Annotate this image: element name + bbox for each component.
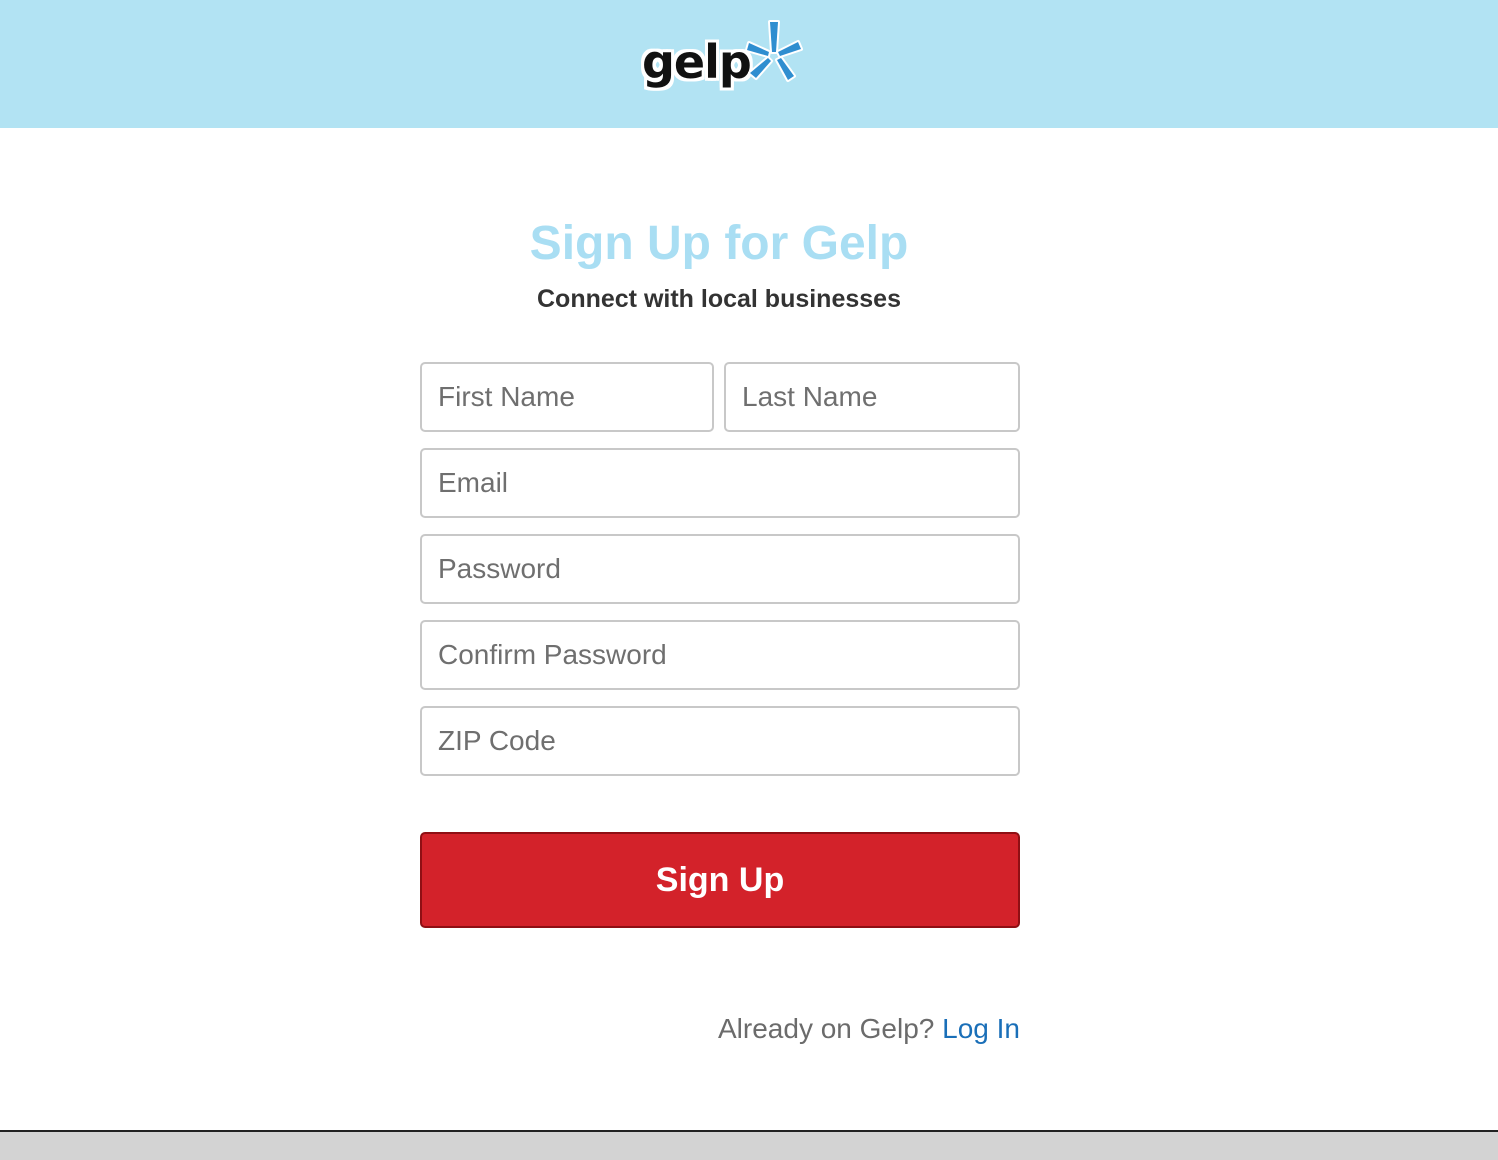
login-prompt-text: Already on Gelp? [718,1013,935,1044]
login-prompt: Already on Gelp? Log In [420,1010,1020,1048]
log-in-link[interactable]: Log In [942,1013,1020,1044]
confirm-password-input[interactable] [420,620,1020,690]
first-name-input[interactable] [420,362,714,432]
burst-icon [745,20,803,82]
footer-bar [0,1130,1498,1160]
sign-up-button[interactable]: Sign Up [420,832,1020,928]
last-name-input[interactable] [724,362,1020,432]
password-input[interactable] [420,534,1020,604]
page-title: Sign Up for Gelp [529,217,909,270]
zip-code-input[interactable] [420,706,1020,776]
gelp-logo[interactable]: gelp [636,18,806,102]
page-subtitle: Connect with local businesses [537,285,901,313]
logo-wordmark: gelp [642,35,752,89]
site-header: gelp [0,0,1498,128]
email-input[interactable] [420,448,1020,518]
